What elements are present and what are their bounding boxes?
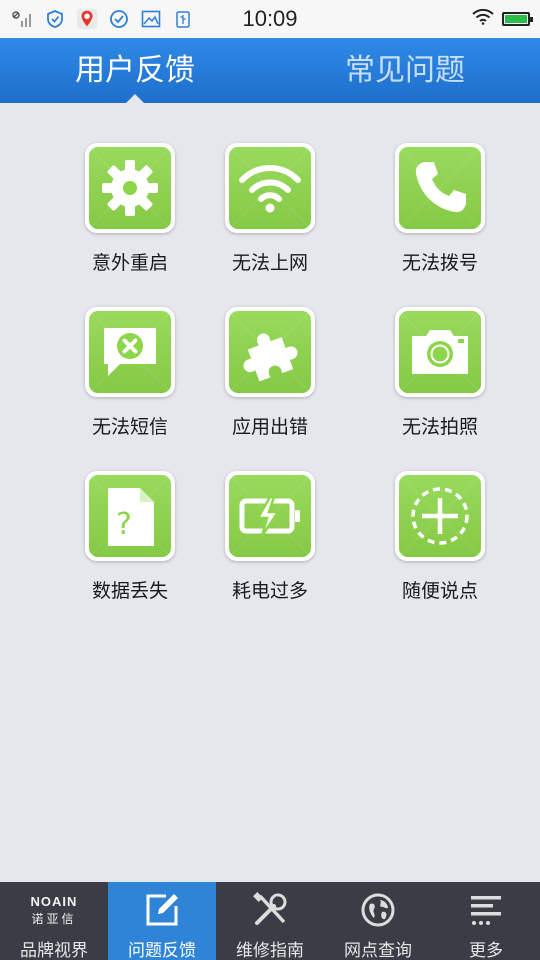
brand-logo-cn: 诺亚信 xyxy=(31,912,77,926)
message-error-icon xyxy=(104,328,156,376)
battery-icon xyxy=(502,12,533,26)
nav-label: 更多 xyxy=(469,941,503,960)
category-tile xyxy=(225,471,315,561)
nav-label: 问题反馈 xyxy=(128,941,196,960)
category-label: 耗电过多 xyxy=(231,580,308,602)
tab-faq[interactable]: 常见问题 xyxy=(270,38,540,103)
nav-label: 品牌视界 xyxy=(20,941,88,960)
battery-charging-icon xyxy=(239,495,300,537)
category-power-drain[interactable]: 耗电过多 xyxy=(185,431,355,602)
category-cannot-dial[interactable]: 无法拨号 xyxy=(355,103,525,274)
nav-outlet-search[interactable]: 网点查询 xyxy=(324,882,432,960)
plus-circle-dashed-icon xyxy=(411,487,469,545)
camera-icon xyxy=(412,330,468,374)
category-tile xyxy=(225,307,315,397)
nav-more[interactable]: 更多 xyxy=(432,882,540,960)
svg-text:?: ? xyxy=(116,507,132,542)
active-tab-indicator xyxy=(126,94,144,103)
nav-brand-view[interactable]: NOAIN 诺亚信 品牌视界 xyxy=(0,882,108,960)
category-say-something[interactable]: 随便说点 xyxy=(355,431,525,602)
globe-icon xyxy=(358,890,398,930)
tools-icon xyxy=(250,890,290,930)
nav-issue-feedback[interactable]: 问题反馈 xyxy=(108,882,216,960)
brand-logo-en: NOAIN xyxy=(30,894,78,909)
status-bar: 10:09 xyxy=(0,0,540,38)
nav-label: 维修指南 xyxy=(236,941,304,960)
bottom-navigation: NOAIN 诺亚信 品牌视界 问题反馈 维修指南 网点查询 更多 xyxy=(0,882,540,960)
nav-repair-guide[interactable]: 维修指南 xyxy=(216,882,324,960)
puzzle-icon xyxy=(243,333,298,382)
status-icons-right xyxy=(472,8,533,29)
category-tile xyxy=(395,307,485,397)
brand-logo-icon: NOAIN 诺亚信 xyxy=(0,894,108,927)
category-tile: ? xyxy=(85,471,175,561)
edit-icon xyxy=(142,890,182,930)
category-tile xyxy=(85,143,175,233)
menu-icon xyxy=(466,890,506,930)
category-tile xyxy=(85,307,175,397)
category-tile xyxy=(225,143,315,233)
wifi-icon xyxy=(239,165,301,213)
file-question-icon: ? xyxy=(108,488,154,546)
gear-icon xyxy=(102,160,158,216)
category-no-internet[interactable]: 无法上网 xyxy=(185,103,355,274)
status-time: 10:09 xyxy=(242,6,298,31)
nav-label: 网点查询 xyxy=(344,941,412,960)
wifi-icon xyxy=(472,8,494,29)
category-cannot-photo[interactable]: 无法拍照 xyxy=(355,267,525,438)
tab-bar: 用户反馈 常见问题 xyxy=(0,38,540,103)
phone-icon xyxy=(415,162,466,213)
category-tile xyxy=(395,471,485,561)
category-tile xyxy=(395,143,485,233)
category-app-error[interactable]: 应用出错 xyxy=(185,267,355,438)
category-label: 随便说点 xyxy=(401,580,478,602)
